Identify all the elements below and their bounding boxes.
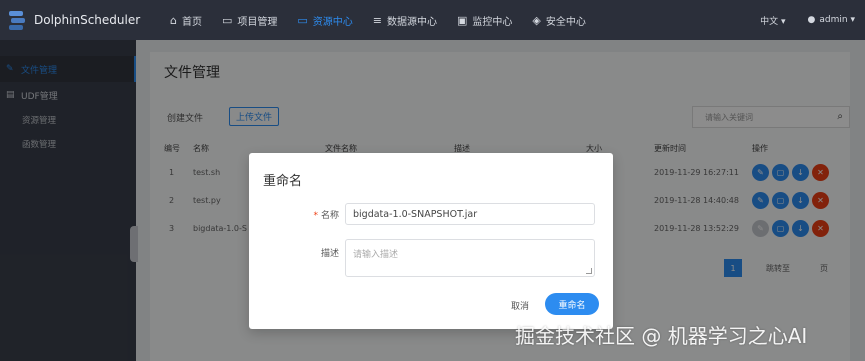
cancel-button[interactable]: 取消 bbox=[511, 299, 529, 312]
chevron-down-icon: ▾ bbox=[781, 16, 786, 27]
name-label: * 名称 bbox=[249, 208, 345, 221]
dialog-title: 重命名 bbox=[263, 174, 303, 189]
nav-home-label: 首页 bbox=[181, 16, 202, 28]
folder-icon: ▭ bbox=[221, 13, 233, 27]
nav-security[interactable]: ◈ 安全中心 bbox=[522, 0, 595, 40]
language-label: 中文 bbox=[760, 16, 779, 27]
nav-monitor[interactable]: ▣ 监控中心 bbox=[447, 0, 522, 40]
name-label-text: 名称 bbox=[320, 210, 339, 221]
name-row: * 名称 bigdata-1.0-SNAPSHOT.jar bbox=[249, 203, 613, 225]
folder-icon: ▭ bbox=[297, 13, 308, 27]
dolphin-logo-icon bbox=[9, 11, 25, 30]
nav-datasource[interactable]: ≡ 数据源中心 bbox=[363, 0, 447, 40]
nav-projects-label: 项目管理 bbox=[237, 16, 278, 28]
rename-button[interactable]: 重命名 bbox=[545, 293, 599, 315]
watermark-text: 掘金技术社区 @ 机器学习之心AI bbox=[515, 324, 808, 348]
nav-resources[interactable]: ▭ 资源中心 bbox=[287, 0, 362, 40]
desc-label: 描述 bbox=[320, 249, 339, 259]
nav-resources-label: 资源中心 bbox=[312, 16, 353, 28]
desc-row: 描述 请输入描述 bbox=[249, 239, 613, 277]
language-select[interactable]: 中文 ▾ bbox=[760, 14, 785, 27]
home-icon: ⌂ bbox=[170, 13, 177, 27]
nav-monitor-label: 监控中心 bbox=[472, 16, 513, 28]
rename-dialog: 重命名 * 名称 bigdata-1.0-SNAPSHOT.jar 描述 请输入描… bbox=[249, 153, 613, 329]
shield-icon: ◈ bbox=[532, 13, 541, 27]
nav-projects[interactable]: ▭ 项目管理 bbox=[212, 0, 287, 40]
top-navbar: DolphinScheduler ⌂ 首页 ▭ 项目管理 ▭ 资源中心 ≡ 数据源中心 … bbox=[0, 0, 865, 40]
chevron-down-icon: ▾ bbox=[850, 15, 855, 25]
monitor-icon: ▣ bbox=[457, 13, 468, 27]
database-icon: ≡ bbox=[372, 13, 383, 27]
nav-security-label: 安全中心 bbox=[545, 16, 586, 28]
top-right-controls: 中文 ▾ ● admin ▾ bbox=[760, 0, 855, 40]
description-field[interactable]: 请输入描述 bbox=[345, 239, 595, 277]
main-nav: ⌂ 首页 ▭ 项目管理 ▭ 资源中心 ≡ 数据源中心 ▣ 监控中心 ◈ 安全中心 bbox=[160, 0, 596, 40]
app-logo[interactable]: DolphinScheduler bbox=[0, 8, 160, 32]
user-name: admin bbox=[819, 15, 848, 25]
nav-datasource-label: 数据源中心 bbox=[387, 16, 438, 28]
user-menu[interactable]: ● admin ▾ bbox=[808, 15, 855, 25]
name-field[interactable]: bigdata-1.0-SNAPSHOT.jar bbox=[345, 203, 595, 225]
app-name: DolphinScheduler bbox=[34, 13, 141, 27]
user-icon: ● bbox=[807, 15, 816, 25]
required-mark: * bbox=[313, 210, 318, 221]
nav-home[interactable]: ⌂ 首页 bbox=[160, 0, 212, 40]
